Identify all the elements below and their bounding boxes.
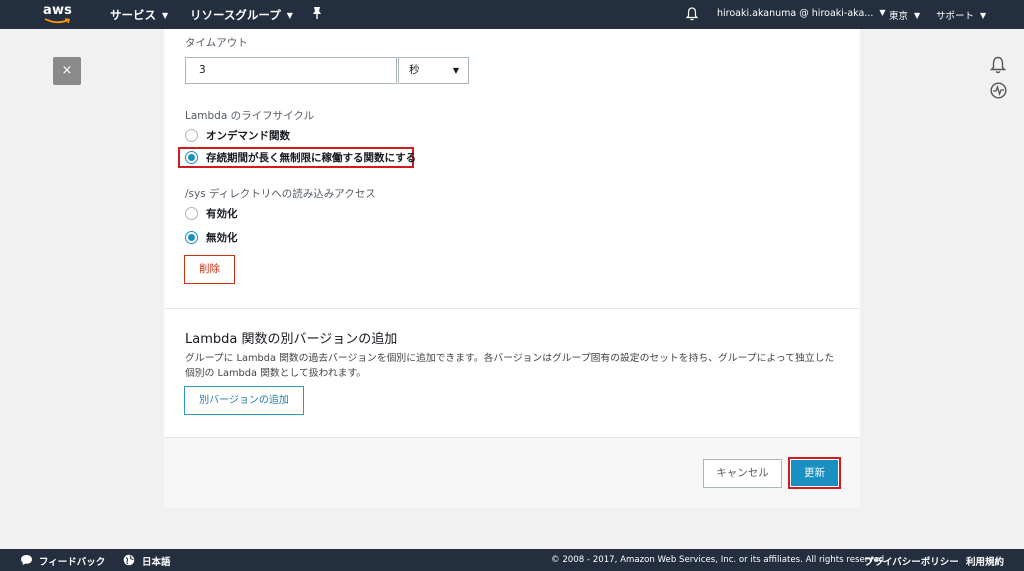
chevron-down-icon: ▼ [914, 11, 921, 20]
lambda-config-panel: タイムアウト 3 秒 ▼ Lambda のライフサイクル オンデマンド関数 存続… [164, 29, 860, 508]
add-version-button[interactable]: 別バージョンの追加 [184, 386, 304, 415]
services-menu-label: サービス [110, 8, 156, 22]
cancel-button[interactable]: キャンセル [703, 459, 782, 488]
privacy-policy-link[interactable]: プライバシーポリシー [864, 554, 959, 568]
section-divider [164, 308, 860, 309]
update-button[interactable]: 更新 [791, 460, 838, 486]
chevron-down-icon: ▼ [980, 11, 987, 20]
region-menu-label: 東京 [889, 11, 909, 22]
pin-icon[interactable] [311, 6, 323, 20]
chevron-down-icon: ▼ [452, 66, 459, 75]
globe-icon [123, 554, 135, 566]
support-menu-label: サポート [936, 11, 975, 22]
feedback-icon [21, 555, 32, 565]
close-icon: × [61, 63, 73, 78]
timeout-unit-value: 秒 [409, 64, 420, 76]
copyright-text: © 2008 - 2017, Amazon Web Services, Inc.… [551, 555, 887, 565]
lifecycle-label: Lambda のライフサイクル [185, 110, 315, 122]
timeout-unit-select[interactable]: 秒 ▼ [398, 57, 469, 84]
timeout-label: タイムアウト [185, 37, 248, 49]
feedback-link[interactable]: フィードバック [39, 554, 105, 568]
language-selector[interactable]: 日本語 [142, 554, 171, 568]
radio-label: オンデマンド関数 [206, 130, 290, 142]
top-navigation-bar: aws サービス ▼ リソースグループ ▼ hiroaki.akanuma @ hi… [0, 0, 1024, 29]
chevron-down-icon: ▼ [286, 11, 293, 20]
timeout-input[interactable]: 3 [185, 57, 397, 84]
radio-label: 存続期間が長く無制限に稼働する関数にする [206, 152, 417, 164]
radio-disable[interactable] [185, 231, 198, 244]
versions-description: グループに Lambda 関数の過去バージョンを個別に追加できます。各バージョン… [185, 353, 835, 379]
update-button-highlight[interactable]: 更新 [788, 457, 841, 489]
services-menu[interactable]: サービス ▼ [110, 7, 168, 23]
user-menu-label: hiroaki.akanuma @ hiroaki-aka... [717, 8, 874, 19]
radio-label: 有効化 [206, 208, 238, 220]
action-footer: キャンセル 更新 [164, 437, 860, 508]
radio-label: 無効化 [206, 232, 238, 244]
terms-link[interactable]: 利用規約 [966, 554, 1004, 568]
versions-title: Lambda 関数の別バージョンの追加 [185, 332, 398, 347]
user-menu[interactable]: hiroaki.akanuma @ hiroaki-aka... ▼ [717, 8, 886, 19]
bell-icon[interactable] [686, 7, 698, 21]
health-pulse-icon[interactable] [990, 82, 1007, 99]
aws-logo[interactable]: aws [43, 3, 73, 25]
region-menu[interactable]: 東京 ▼ [889, 8, 920, 22]
aws-logo-text: aws [43, 3, 73, 18]
notifications-bell-icon[interactable] [990, 56, 1006, 74]
close-button[interactable]: × [53, 57, 81, 85]
aws-smile-icon [44, 18, 70, 24]
delete-button[interactable]: 削除 [184, 255, 235, 284]
chevron-down-icon: ▼ [162, 11, 169, 20]
support-menu[interactable]: サポート ▼ [936, 8, 986, 22]
radio-long-lived[interactable] [185, 151, 198, 164]
chevron-down-icon: ▼ [879, 8, 886, 17]
resource-groups-menu-label: リソースグループ [190, 8, 281, 22]
footer-bar: フィードバック 日本語 © 2008 - 2017, Amazon Web Se… [0, 549, 1024, 571]
sys-access-label: /sys ディレクトリへの読み込みアクセス [185, 188, 376, 200]
radio-on-demand[interactable] [185, 129, 198, 142]
resource-groups-menu[interactable]: リソースグループ ▼ [190, 7, 293, 23]
radio-enable[interactable] [185, 207, 198, 220]
